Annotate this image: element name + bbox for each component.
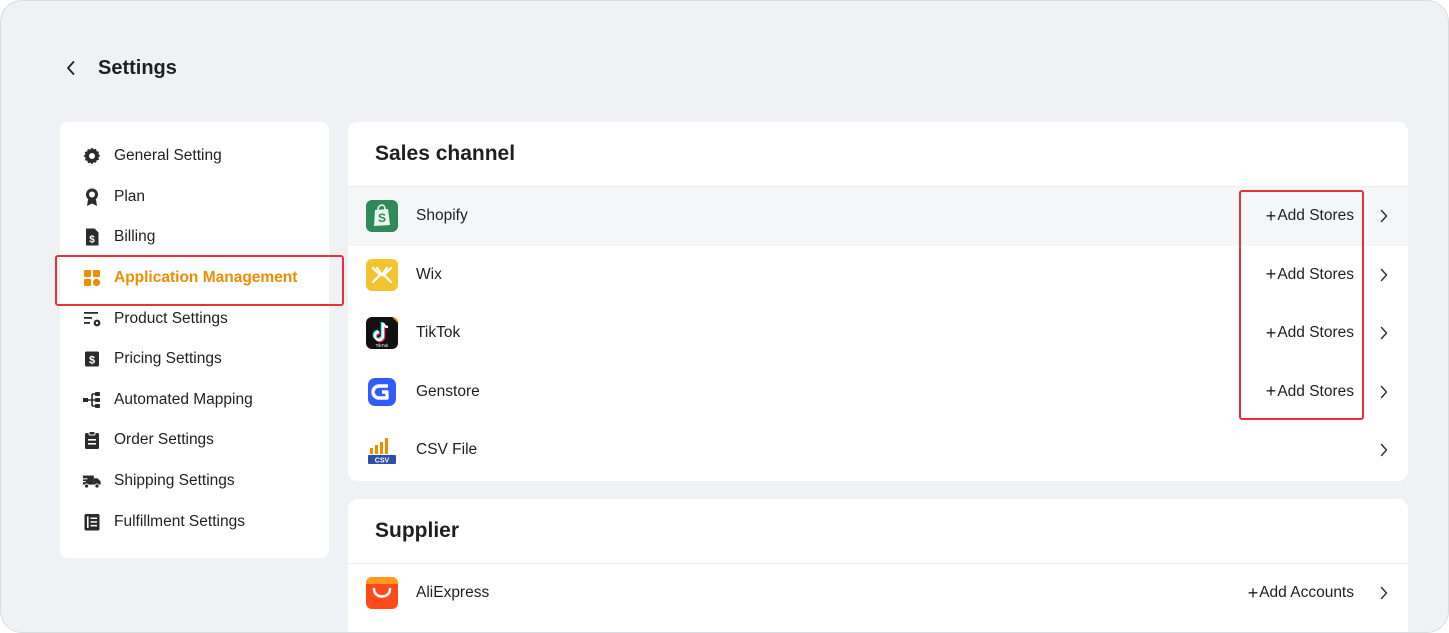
supplier-title: Supplier [348, 499, 1408, 564]
add-accounts-button[interactable]: + Add Accounts [1248, 583, 1354, 604]
sidebar-item-label: Shipping Settings [114, 472, 235, 490]
page-header: Settings [61, 55, 177, 81]
supplier-name: AliExpress [416, 584, 490, 602]
channel-row-wix[interactable]: Wix + Add Stores [348, 246, 1408, 305]
csv-logo-text: CSV [375, 458, 390, 465]
dollar-icon: $ [82, 349, 102, 369]
sidebar-item-application-management[interactable]: Application Management [60, 258, 329, 299]
sidebar-item-general-setting[interactable]: General Setting [60, 136, 329, 177]
clipboard-icon [82, 430, 102, 450]
channel-name: Genstore [416, 382, 480, 400]
chevron-right-icon[interactable] [1378, 208, 1390, 224]
sidebar-item-pricing-settings[interactable]: $ Pricing Settings [60, 339, 329, 380]
sidebar-item-shipping-settings[interactable]: Shipping Settings [60, 461, 329, 502]
sidebar-item-product-settings[interactable]: Product Settings [60, 298, 329, 339]
sales-channel-card: Sales channel S Shopify + Add Stores Wix … [348, 122, 1408, 481]
add-stores-button[interactable]: + Add Stores [1266, 264, 1354, 285]
sidebar-item-label: Application Management [114, 269, 298, 287]
sidebar-item-billing[interactable]: $ Billing [60, 217, 329, 258]
sidebar-item-label: Product Settings [114, 309, 228, 327]
add-stores-button[interactable]: + Add Stores [1266, 381, 1354, 402]
channel-name: Shopify [416, 207, 468, 225]
chevron-right-icon[interactable] [1378, 267, 1390, 283]
wix-icon [366, 258, 398, 291]
channel-name: CSV File [416, 441, 478, 459]
sales-channel-title: Sales channel [348, 122, 1408, 187]
supplier-card: Supplier AliExpress + Add Accounts [348, 499, 1408, 632]
svg-text:$: $ [89, 235, 95, 246]
mapping-icon [82, 390, 102, 410]
grid-icon [82, 268, 102, 288]
gear-icon [82, 146, 102, 166]
sidebar-item-label: Automated Mapping [114, 390, 253, 408]
sidebar-item-label: Order Settings [114, 431, 214, 449]
sidebar-item-fulfillment-settings[interactable]: Fulfillment Settings [60, 501, 329, 542]
supplier-row-aliexpress[interactable]: AliExpress + Add Accounts [348, 564, 1408, 623]
chevron-right-icon[interactable] [1378, 585, 1390, 601]
tiktok-logo-text: TikTok [376, 343, 390, 348]
page-title: Settings [98, 56, 177, 79]
svg-text:$: $ [89, 355, 95, 367]
sidebar-item-label: Fulfillment Settings [114, 512, 245, 530]
settings-sidebar: General Setting Plan $ Billing Applicati… [60, 122, 329, 558]
tiktok-icon: TikTok [366, 317, 398, 350]
channel-row-shopify[interactable]: S Shopify + Add Stores [348, 187, 1408, 246]
sidebar-item-label: Plan [114, 187, 146, 205]
csv-icon: CSV [366, 434, 398, 467]
add-stores-button[interactable]: + Add Stores [1266, 323, 1354, 344]
product-settings-icon [82, 309, 102, 329]
chevron-right-icon[interactable] [1378, 325, 1390, 341]
channel-name: TikTok [416, 324, 461, 342]
channel-row-csv-file[interactable]: CSV CSV File [348, 421, 1408, 480]
channel-row-genstore[interactable]: Genstore + Add Stores [348, 363, 1408, 422]
sidebar-item-automated-mapping[interactable]: Automated Mapping [60, 380, 329, 421]
billing-icon: $ [82, 227, 102, 247]
chevron-left-icon [67, 61, 75, 75]
shopify-icon: S [366, 200, 398, 233]
aliexpress-icon [366, 577, 398, 610]
sidebar-item-order-settings[interactable]: Order Settings [60, 420, 329, 461]
svg-text:S: S [378, 211, 386, 225]
list-icon [82, 512, 102, 532]
settings-window: Settings General Setting Plan $ Billing [0, 0, 1449, 633]
channel-row-tiktok[interactable]: TikTok TikTok + Add Stores [348, 304, 1408, 363]
sidebar-item-label: Pricing Settings [114, 350, 222, 368]
truck-icon [82, 471, 102, 491]
sidebar-item-plan[interactable]: Plan [60, 177, 329, 218]
channel-name: Wix [416, 265, 442, 283]
genstore-icon [366, 375, 398, 408]
sidebar-item-label: Billing [114, 228, 156, 246]
award-icon [82, 187, 102, 207]
chevron-right-icon[interactable] [1378, 384, 1390, 400]
back-button[interactable] [61, 56, 81, 80]
chevron-right-icon[interactable] [1378, 442, 1390, 458]
sidebar-item-label: General Setting [114, 147, 222, 165]
add-stores-button[interactable]: + Add Stores [1266, 206, 1354, 227]
